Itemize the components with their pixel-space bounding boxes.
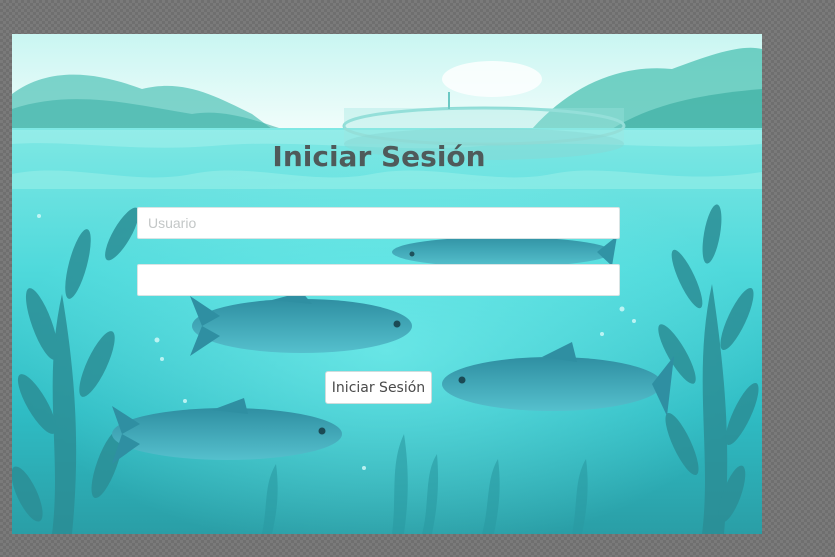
login-title: Iniciar Sesión bbox=[272, 140, 486, 173]
username-input[interactable] bbox=[137, 207, 620, 239]
login-submit-button[interactable]: Iniciar Sesión bbox=[325, 371, 432, 404]
password-input[interactable] bbox=[137, 264, 620, 296]
login-screen: Iniciar Sesión Iniciar Sesión bbox=[12, 34, 762, 534]
login-form: Iniciar Sesión Iniciar Sesión bbox=[12, 34, 762, 534]
